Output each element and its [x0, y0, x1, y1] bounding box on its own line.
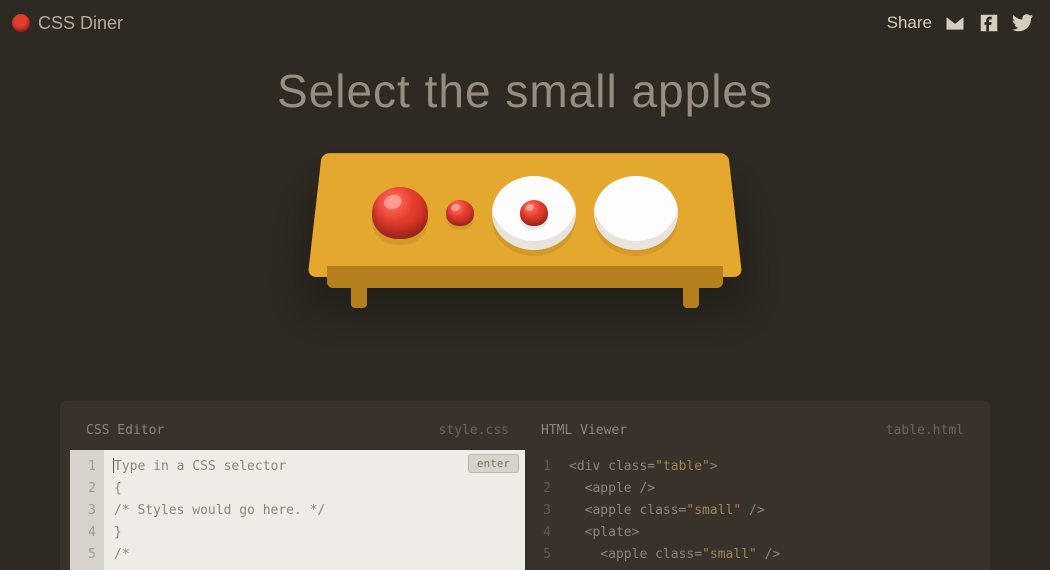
logo-icon — [12, 14, 30, 32]
plate-with-apple[interactable] — [492, 176, 576, 250]
html-viewer-pane: HTML Viewer table.html 123456 <div class… — [525, 411, 980, 570]
css-line: { — [114, 478, 515, 500]
html-viewer-title: HTML Viewer — [541, 423, 627, 438]
editor-panels: CSS Editor style.css 123456 enter Type i… — [60, 401, 990, 570]
apple-large[interactable] — [372, 187, 428, 239]
html-viewer-body: 123456 <div class="table"> <apple /> <ap… — [525, 450, 980, 570]
level-title: Select the small apples — [0, 64, 1050, 118]
css-gutter: 123456 — [70, 450, 104, 570]
share-group: Share — [887, 12, 1034, 34]
table-items — [315, 176, 735, 250]
html-line: </plate> — [569, 566, 970, 570]
apple-small[interactable] — [446, 200, 474, 226]
html-code: <div class="table"> <apple /> <apple cla… — [559, 450, 980, 570]
css-editor-body[interactable]: 123456 enter Type in a CSS selector { /*… — [70, 450, 525, 570]
html-viewer-filename: table.html — [886, 423, 964, 438]
game-table — [315, 148, 735, 318]
html-line: <plate> — [569, 522, 970, 544]
html-line: <apple class="small" /> — [569, 500, 970, 522]
css-line: } — [114, 522, 515, 544]
css-editor-filename: style.css — [439, 423, 509, 438]
css-editor-pane: CSS Editor style.css 123456 enter Type i… — [70, 411, 525, 570]
html-line: <apple class="small" /> — [569, 544, 970, 566]
css-editor-title: CSS Editor — [86, 423, 164, 438]
css-editor-header: CSS Editor style.css — [70, 411, 525, 450]
logo-text: CSS Diner — [38, 13, 123, 34]
twitter-icon[interactable] — [1012, 12, 1034, 34]
email-icon[interactable] — [944, 12, 966, 34]
table-leg-left — [351, 286, 367, 308]
facebook-icon[interactable] — [978, 12, 1000, 34]
table-edge — [327, 266, 723, 288]
header: CSS Diner Share — [0, 0, 1050, 34]
html-gutter: 123456 — [525, 450, 559, 570]
table-leg-right — [683, 286, 699, 308]
apple-small-on-plate[interactable] — [520, 200, 548, 226]
css-line: /* Styles would go here. */ — [114, 500, 515, 522]
html-line: <div class="table"> — [569, 456, 970, 478]
plate-empty[interactable] — [594, 176, 678, 250]
html-line: <apple /> — [569, 478, 970, 500]
share-label: Share — [887, 13, 932, 33]
html-viewer-header: HTML Viewer table.html — [525, 411, 980, 450]
css-line: /* — [114, 544, 515, 566]
logo[interactable]: CSS Diner — [12, 13, 123, 34]
css-code[interactable]: enter Type in a CSS selector { /* Styles… — [104, 450, 525, 570]
css-input[interactable]: Type in a CSS selector — [114, 456, 515, 478]
